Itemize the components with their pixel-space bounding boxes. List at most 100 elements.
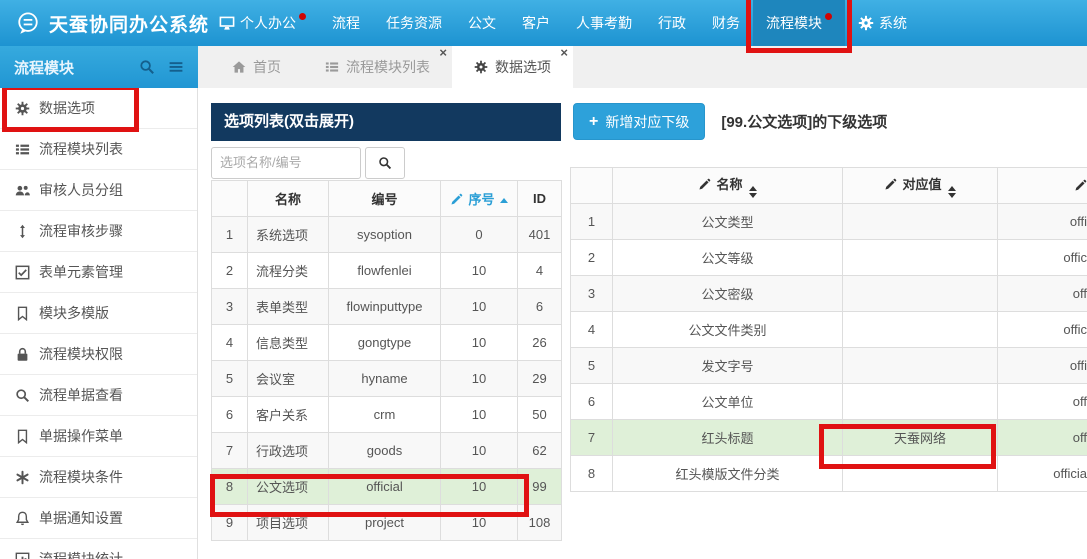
sidebar-item-9[interactable]: 流程模块条件 bbox=[0, 457, 197, 498]
table-cell[interactable]: 62 bbox=[517, 432, 562, 469]
sidebar-item-8[interactable]: 单据操作菜单 bbox=[0, 416, 197, 457]
nav-item-6[interactable]: 行政 bbox=[645, 0, 699, 46]
nav-item-9[interactable]: 系统 bbox=[845, 0, 920, 46]
table-cell[interactable]: goods bbox=[328, 432, 441, 469]
tab-2[interactable]: 数据选项 × bbox=[452, 46, 573, 88]
table-row[interactable]: 1 公文类型 offi bbox=[570, 203, 1087, 240]
table-cell[interactable]: 天蚕网络 bbox=[842, 419, 998, 456]
table-cell[interactable]: 客户关系 bbox=[247, 396, 329, 433]
table-cell[interactable] bbox=[842, 239, 998, 276]
table-cell[interactable]: 10 bbox=[440, 468, 518, 505]
table-cell[interactable] bbox=[842, 383, 998, 420]
table-row[interactable]: 5 发文字号 offi bbox=[570, 347, 1087, 384]
table-cell[interactable] bbox=[842, 275, 998, 312]
sidebar-item-10[interactable]: 单据通知设置 bbox=[0, 498, 197, 539]
table-cell[interactable]: 6 bbox=[517, 288, 562, 325]
table-cell[interactable]: 29 bbox=[517, 360, 562, 397]
table-cell[interactable]: offi bbox=[997, 203, 1087, 240]
table-cell[interactable]: 10 bbox=[440, 396, 518, 433]
column-header[interactable]: 名称 bbox=[612, 167, 843, 204]
table-cell[interactable]: off bbox=[997, 419, 1087, 456]
sidebar-item-6[interactable]: 流程模块权限 bbox=[0, 334, 197, 375]
table-row[interactable]: 4 信息类型 gongtype 10 26 bbox=[211, 324, 562, 361]
table-cell[interactable] bbox=[842, 311, 998, 348]
table-row[interactable]: 7 行政选项 goods 10 62 bbox=[211, 432, 562, 469]
table-cell[interactable]: 信息类型 bbox=[247, 324, 329, 361]
nav-item-5[interactable]: 人事考勤 bbox=[563, 0, 645, 46]
table-cell[interactable]: 10 bbox=[440, 324, 518, 361]
table-cell[interactable]: 红头标题 bbox=[612, 419, 843, 456]
table-cell[interactable]: 红头模版文件分类 bbox=[612, 455, 843, 492]
sidebar-item-4[interactable]: 表单元素管理 bbox=[0, 252, 197, 293]
table-cell[interactable]: 公文选项 bbox=[247, 468, 329, 505]
table-cell[interactable]: 10 bbox=[440, 504, 518, 541]
table-cell[interactable]: 50 bbox=[517, 396, 562, 433]
table-cell[interactable]: 0 bbox=[440, 216, 518, 253]
table-cell[interactable] bbox=[842, 203, 998, 240]
table-cell[interactable] bbox=[842, 347, 998, 384]
table-cell[interactable]: flowinputtype bbox=[328, 288, 441, 325]
table-cell[interactable]: crm bbox=[328, 396, 441, 433]
table-cell[interactable]: 公文类型 bbox=[612, 203, 843, 240]
table-cell[interactable]: gongtype bbox=[328, 324, 441, 361]
table-row[interactable]: 5 会议室 hyname 10 29 bbox=[211, 360, 562, 397]
table-cell[interactable]: 10 bbox=[440, 252, 518, 289]
table-row[interactable]: 8 红头模版文件分类 officia bbox=[570, 455, 1087, 492]
table-cell[interactable]: 99 bbox=[517, 468, 562, 505]
sidebar-item-7[interactable]: 流程单据查看 bbox=[0, 375, 197, 416]
sidebar-item-0[interactable]: 数据选项 bbox=[0, 88, 197, 132]
sidebar-item-2[interactable]: 审核人员分组 bbox=[0, 170, 197, 211]
nav-item-3[interactable]: 公文 bbox=[455, 0, 509, 46]
column-header[interactable]: 对应值 bbox=[842, 167, 998, 204]
table-cell[interactable]: 项目选项 bbox=[247, 504, 329, 541]
table-cell[interactable]: 26 bbox=[517, 324, 562, 361]
table-row[interactable]: 2 流程分类 flowfenlei 10 4 bbox=[211, 252, 562, 289]
table-cell[interactable]: 10 bbox=[440, 288, 518, 325]
table-cell[interactable]: 系统选项 bbox=[247, 216, 329, 253]
table-row[interactable]: 8 公文选项 official 10 99 bbox=[211, 468, 562, 505]
table-cell[interactable]: official bbox=[328, 468, 441, 505]
table-cell[interactable]: sysoption bbox=[328, 216, 441, 253]
table-cell[interactable]: 公文单位 bbox=[612, 383, 843, 420]
nav-item-4[interactable]: 客户 bbox=[509, 0, 563, 46]
sidebar-item-11[interactable]: 流程模块统计 bbox=[0, 539, 197, 559]
table-cell[interactable]: 行政选项 bbox=[247, 432, 329, 469]
close-icon[interactable]: × bbox=[560, 46, 568, 60]
table-cell[interactable]: officia bbox=[997, 455, 1087, 492]
nav-item-7[interactable]: 财务 bbox=[699, 0, 753, 46]
table-cell[interactable]: flowfenlei bbox=[328, 252, 441, 289]
table-cell[interactable]: 108 bbox=[517, 504, 562, 541]
table-row[interactable]: 7 红头标题 天蚕网络 off bbox=[570, 419, 1087, 456]
table-row[interactable]: 6 公文单位 off bbox=[570, 383, 1087, 420]
search-input[interactable] bbox=[211, 146, 361, 179]
table-row[interactable]: 6 客户关系 crm 10 50 bbox=[211, 396, 562, 433]
table-cell[interactable]: 公文文件类别 bbox=[612, 311, 843, 348]
search-icon[interactable] bbox=[139, 59, 155, 75]
table-cell[interactable]: off bbox=[997, 383, 1087, 420]
table-cell[interactable]: 流程分类 bbox=[247, 252, 329, 289]
column-header[interactable]: 序号 bbox=[440, 180, 518, 217]
table-row[interactable]: 3 公文密级 off bbox=[570, 275, 1087, 312]
table-cell[interactable]: 会议室 bbox=[247, 360, 329, 397]
search-button[interactable] bbox=[365, 146, 405, 179]
table-row[interactable]: 2 公文等级 offic bbox=[570, 239, 1087, 276]
add-sub-option-button[interactable]: + 新增对应下级 bbox=[573, 103, 706, 140]
tab-0[interactable]: 首页 bbox=[210, 46, 303, 88]
nav-item-1[interactable]: 流程 bbox=[319, 0, 373, 46]
table-row[interactable]: 1 系统选项 sysoption 0 401 bbox=[211, 216, 562, 253]
nav-item-0[interactable]: 个人办公 bbox=[206, 0, 319, 46]
table-cell[interactable]: offi bbox=[997, 347, 1087, 384]
table-cell[interactable]: 10 bbox=[440, 360, 518, 397]
nav-item-2[interactable]: 任务资源 bbox=[373, 0, 455, 46]
table-cell[interactable]: 10 bbox=[440, 432, 518, 469]
sidebar-item-3[interactable]: 流程审核步骤 bbox=[0, 211, 197, 252]
table-row[interactable]: 3 表单类型 flowinputtype 10 6 bbox=[211, 288, 562, 325]
close-icon[interactable]: × bbox=[439, 46, 447, 60]
sidebar-item-1[interactable]: 流程模块列表 bbox=[0, 129, 197, 170]
table-cell[interactable]: 公文等级 bbox=[612, 239, 843, 276]
table-cell[interactable]: 401 bbox=[517, 216, 562, 253]
table-row[interactable]: 4 公文文件类别 offic bbox=[570, 311, 1087, 348]
column-header[interactable] bbox=[997, 167, 1087, 204]
table-cell[interactable]: 发文字号 bbox=[612, 347, 843, 384]
table-cell[interactable]: hyname bbox=[328, 360, 441, 397]
